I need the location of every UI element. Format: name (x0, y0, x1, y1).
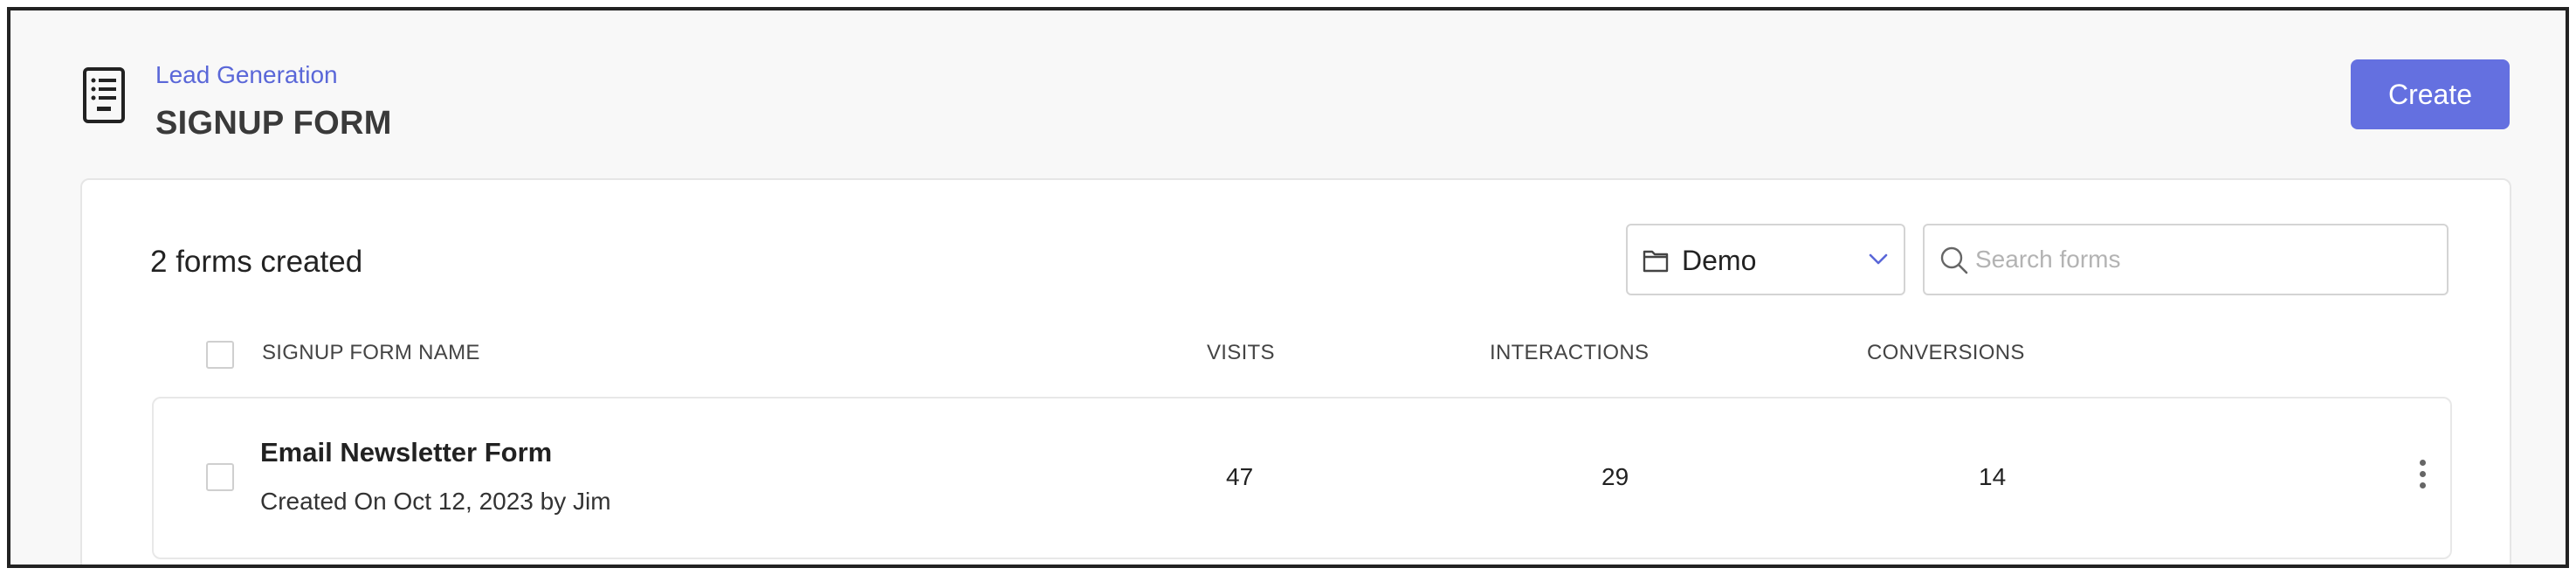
folder-icon (1643, 250, 1669, 273)
column-header-visits[interactable]: VISITS (1207, 341, 1275, 365)
search-box (1923, 224, 2449, 295)
search-input[interactable] (1975, 236, 2429, 283)
forms-card: 2 forms created Demo SIGNUP FORM NAME VI… (80, 178, 2511, 565)
row-checkbox[interactable] (206, 463, 234, 491)
app-frame: Lead Generation SIGNUP FORM Create 2 for… (7, 7, 2569, 568)
select-all-checkbox[interactable] (206, 341, 234, 369)
more-options-icon[interactable] (2417, 460, 2428, 495)
chevron-down-icon (1869, 253, 1888, 265)
search-icon (1940, 246, 1968, 274)
create-button[interactable]: Create (2351, 59, 2510, 129)
interactions-value: 29 (1601, 463, 1629, 490)
form-name[interactable]: Email Newsletter Form (260, 437, 552, 468)
column-header-interactions[interactable]: INTERACTIONS (1490, 341, 1649, 365)
page-title: SIGNUP FORM (155, 105, 392, 142)
forms-count: 2 forms created (150, 245, 363, 279)
folder-select[interactable]: Demo (1626, 224, 1905, 295)
visits-value: 47 (1226, 463, 1254, 490)
column-header-name[interactable]: SIGNUP FORM NAME (262, 341, 480, 365)
breadcrumb-lead-generation[interactable]: Lead Generation (155, 61, 338, 89)
column-header-conversions[interactable]: CONVERSIONS (1867, 341, 2025, 365)
form-created-meta: Created On Oct 12, 2023 by Jim (260, 488, 611, 515)
list-document-icon (83, 67, 125, 123)
table-row[interactable]: Email Newsletter Form Created On Oct 12,… (152, 397, 2452, 559)
folder-select-value: Demo (1682, 245, 1757, 276)
conversions-value: 14 (1979, 463, 2007, 490)
